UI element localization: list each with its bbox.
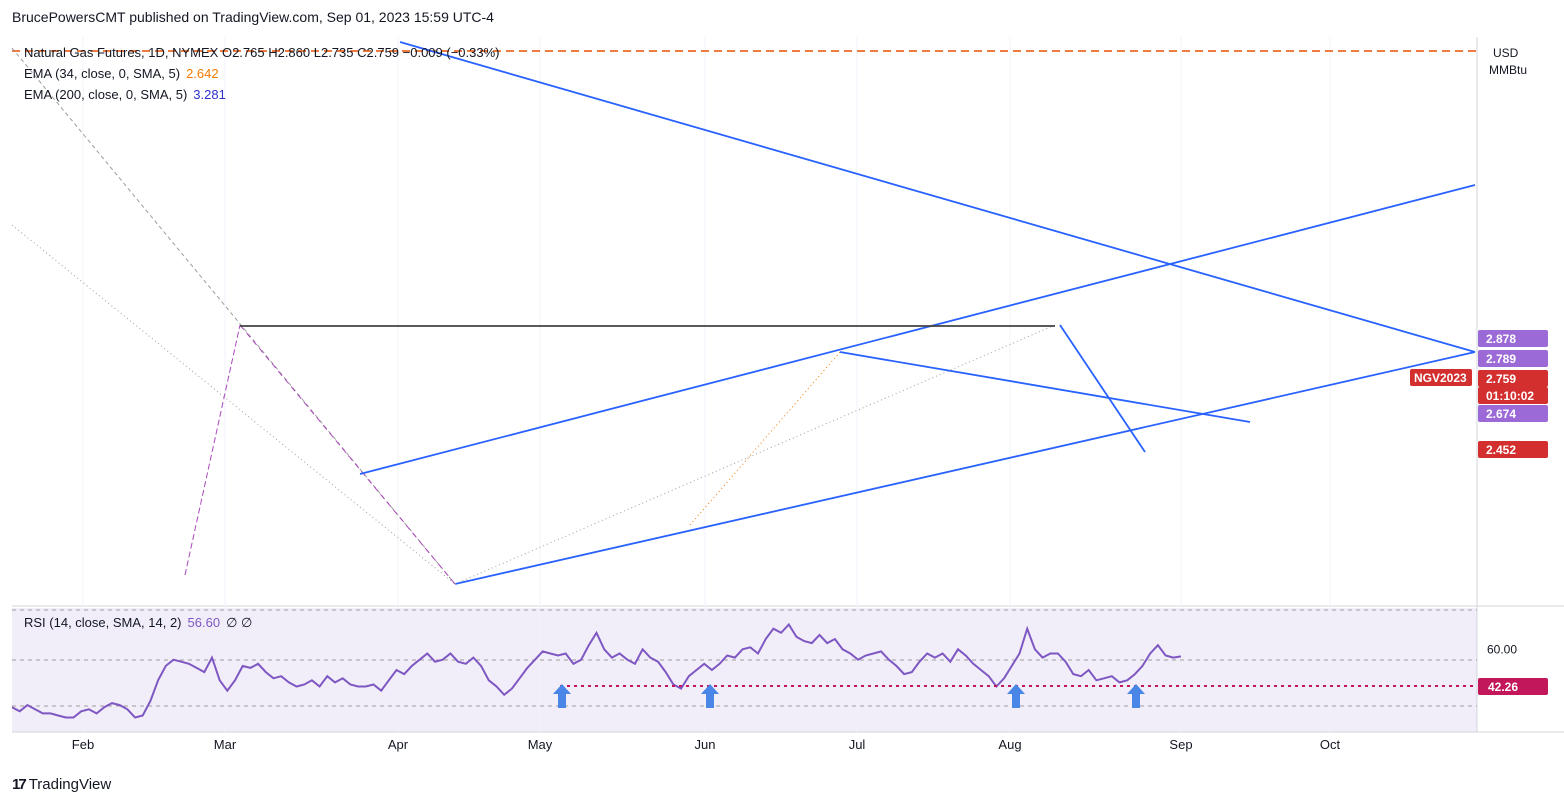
ema200-value: 3.281 xyxy=(193,87,226,102)
trend-line xyxy=(1059,324,1146,453)
price-tag-text: 01:10:02 xyxy=(1486,389,1534,403)
price-tag-text: 2.452 xyxy=(1486,443,1516,457)
xtick-jul: Jul xyxy=(849,737,866,752)
trend-line xyxy=(839,351,1251,423)
tradingview-logo-icon: 17 xyxy=(12,776,27,793)
xtick-oct: Oct xyxy=(1320,737,1341,752)
rsi-tick: 60.00 xyxy=(1487,642,1517,656)
ema34-label: EMA (34, close, 0, SMA, 5) xyxy=(24,66,181,81)
xtick-jun: Jun xyxy=(695,737,716,752)
symbol-ohlc: Natural Gas Futures, 1D, NYMEX O2.765 H2… xyxy=(24,45,500,60)
xtick-aug: Aug xyxy=(998,737,1021,752)
ema200-label: EMA (200, close, 0, SMA, 5) xyxy=(24,87,188,102)
trend-line xyxy=(184,324,241,576)
trend-line xyxy=(399,41,1476,353)
price-tag-text: 2.674 xyxy=(1486,407,1516,421)
trend-line xyxy=(454,351,1476,585)
rsi-label: RSI (14, close, SMA, 14, 2) xyxy=(24,615,182,630)
rsi-extra: ∅ ∅ xyxy=(226,615,253,630)
trend-line xyxy=(689,351,841,526)
symbol-legend: Natural Gas Futures, 1D, NYMEX O2.765 H2… xyxy=(24,45,500,60)
trend-line xyxy=(454,324,1056,585)
publisher-header: BrucePowersCMT published on TradingView.… xyxy=(12,9,494,25)
rsi-value: 56.60 xyxy=(187,615,221,630)
rsi-legend: RSI (14, close, SMA, 14, 2) 56.60 ∅ ∅ xyxy=(24,615,252,631)
axis-unit: MMBtu xyxy=(1489,63,1527,77)
axis-currency: USD xyxy=(1493,46,1519,60)
price-tag-text: 2.759 xyxy=(1486,372,1516,386)
price-tag-text: NGV2023 xyxy=(1414,371,1467,385)
xtick-apr: Apr xyxy=(388,737,409,752)
xtick-feb: Feb xyxy=(72,737,94,752)
tradingview-logo[interactable]: 17 TradingView xyxy=(12,776,111,793)
xtick-mar: Mar xyxy=(214,737,237,752)
trend-line xyxy=(359,184,1476,475)
ema34-legend: EMA (34, close, 0, SMA, 5) 2.642 xyxy=(24,66,219,81)
ema200-legend: EMA (200, close, 0, SMA, 5) 3.281 xyxy=(24,87,226,102)
chart-svg[interactable]: FebMarAprMayJunJulAugSepOct4.4004.0003.6… xyxy=(0,0,1564,807)
price-tag-text: 2.789 xyxy=(1486,352,1516,366)
trend-line xyxy=(11,224,456,585)
price-tag-text: 2.878 xyxy=(1486,332,1516,346)
rsi-level-text: 42.26 xyxy=(1488,680,1518,694)
tradingview-name: TradingView xyxy=(28,776,112,793)
xtick-may: May xyxy=(528,737,553,752)
ema34-value: 2.642 xyxy=(186,66,219,81)
xtick-sep: Sep xyxy=(1169,737,1192,752)
